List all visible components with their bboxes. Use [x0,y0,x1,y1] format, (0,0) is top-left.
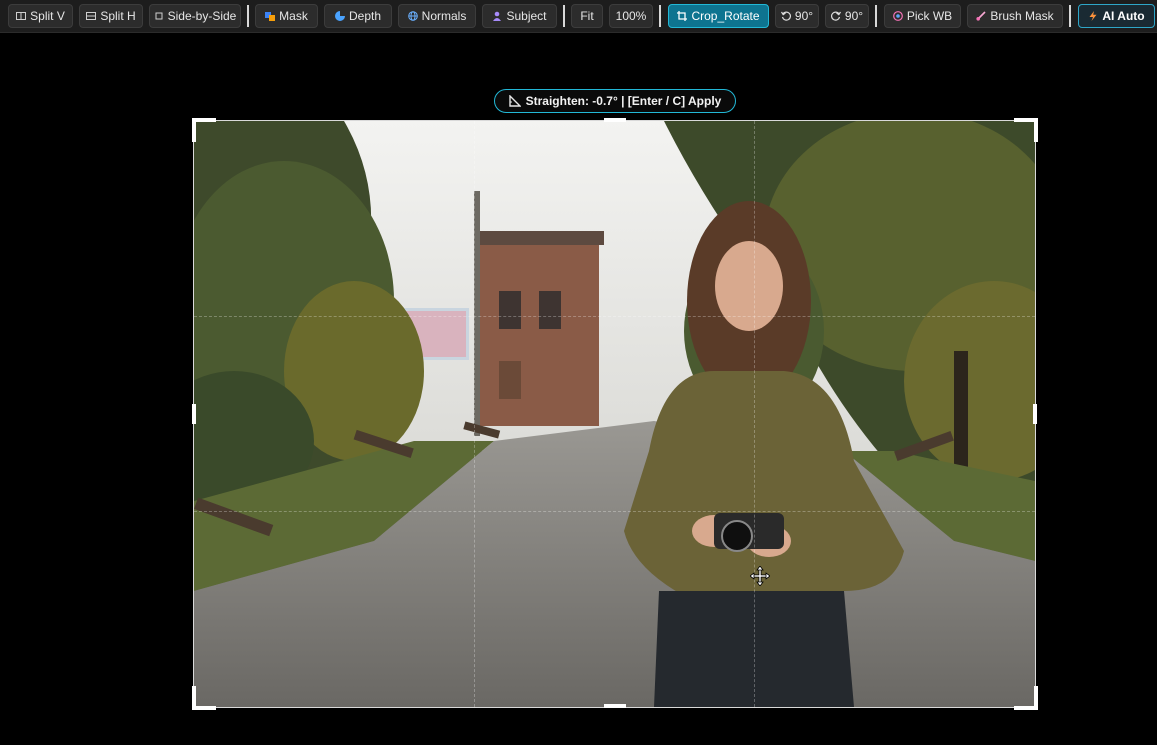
mask-button[interactable]: Mask [255,4,318,28]
zoom-label: 100% [615,9,647,23]
crop-handle-bottom[interactable] [604,704,626,708]
crop-handle-top[interactable] [604,118,626,122]
photo-canvas[interactable] [194,121,1035,707]
zoom-100-button[interactable]: 100% [609,4,653,28]
subject-button[interactable]: Subject [482,4,557,28]
mask-label: Mask [279,9,308,23]
pick-wb-button[interactable]: Pick WB [884,4,961,28]
toolbar-separator [563,5,565,27]
person-icon [492,11,502,21]
split-v-label: Split V [30,9,65,23]
normals-label: Normals [421,9,467,23]
toolbar-separator [247,5,249,27]
crop-icon [677,11,688,21]
rotate-ccw-label: 90° [794,9,814,23]
split-h-label: Split H [100,9,136,23]
split-vertical-icon [16,11,27,21]
brush-mask-button[interactable]: Brush Mask [967,4,1063,28]
globe-icon [407,11,418,21]
ai-auto-button[interactable]: AI Auto [1078,4,1155,28]
photo-image [194,121,1035,707]
toolbar-separator [875,5,877,27]
rotate-ccw-button[interactable]: 90° [775,4,819,28]
side-by-side-icon [154,11,164,21]
toolbar-separator [1069,5,1071,27]
crop-handle-bottom-left[interactable] [192,686,216,710]
brush-mask-label: Brush Mask [990,9,1054,23]
side-by-side-button[interactable]: Side-by-Side [149,4,241,28]
crop-handle-left[interactable] [192,404,196,424]
brush-icon [976,11,986,21]
split-h-button[interactable]: Split H [79,4,143,28]
rotate-ccw-icon [780,11,791,21]
straighten-indicator: Straighten: -0.7° | [Enter / C] Apply [494,89,736,113]
rotate-cw-button[interactable]: 90° [825,4,869,28]
ruler-triangle-icon [508,95,521,107]
fit-button[interactable]: Fit [571,4,603,28]
rotate-cw-label: 90° [844,9,864,23]
depth-icon [334,11,345,21]
crop-handle-right[interactable] [1033,404,1037,424]
crop-handle-top-right[interactable] [1014,118,1038,142]
side-by-side-label: Side-by-Side [167,9,237,23]
rotate-cw-icon [830,11,841,21]
ai-auto-label: AI Auto [1102,9,1145,23]
split-horizontal-icon [86,11,97,21]
subject-label: Subject [506,9,547,23]
toolbar-separator [659,5,661,27]
split-v-button[interactable]: Split V [8,4,73,28]
crop-handle-bottom-right[interactable] [1014,686,1038,710]
fit-label: Fit [580,9,594,23]
straighten-label: Straighten: -0.7° | [Enter / C] Apply [525,94,722,108]
eyedropper-icon [892,11,903,21]
depth-label: Depth [348,9,382,23]
pick-wb-label: Pick WB [906,9,953,23]
crop-rotate-button[interactable]: Crop_Rotate [668,4,769,28]
crop-rotate-label: Crop_Rotate [691,9,760,23]
crop-handle-top-left[interactable] [192,118,216,142]
depth-button[interactable]: Depth [324,4,392,28]
move-cursor-icon [749,565,771,587]
toolbar: Split V Split H Side-by-Side Mask Depth … [0,0,1157,33]
lightning-icon [1088,11,1098,21]
mask-icon [265,11,276,21]
normals-button[interactable]: Normals [398,4,476,28]
